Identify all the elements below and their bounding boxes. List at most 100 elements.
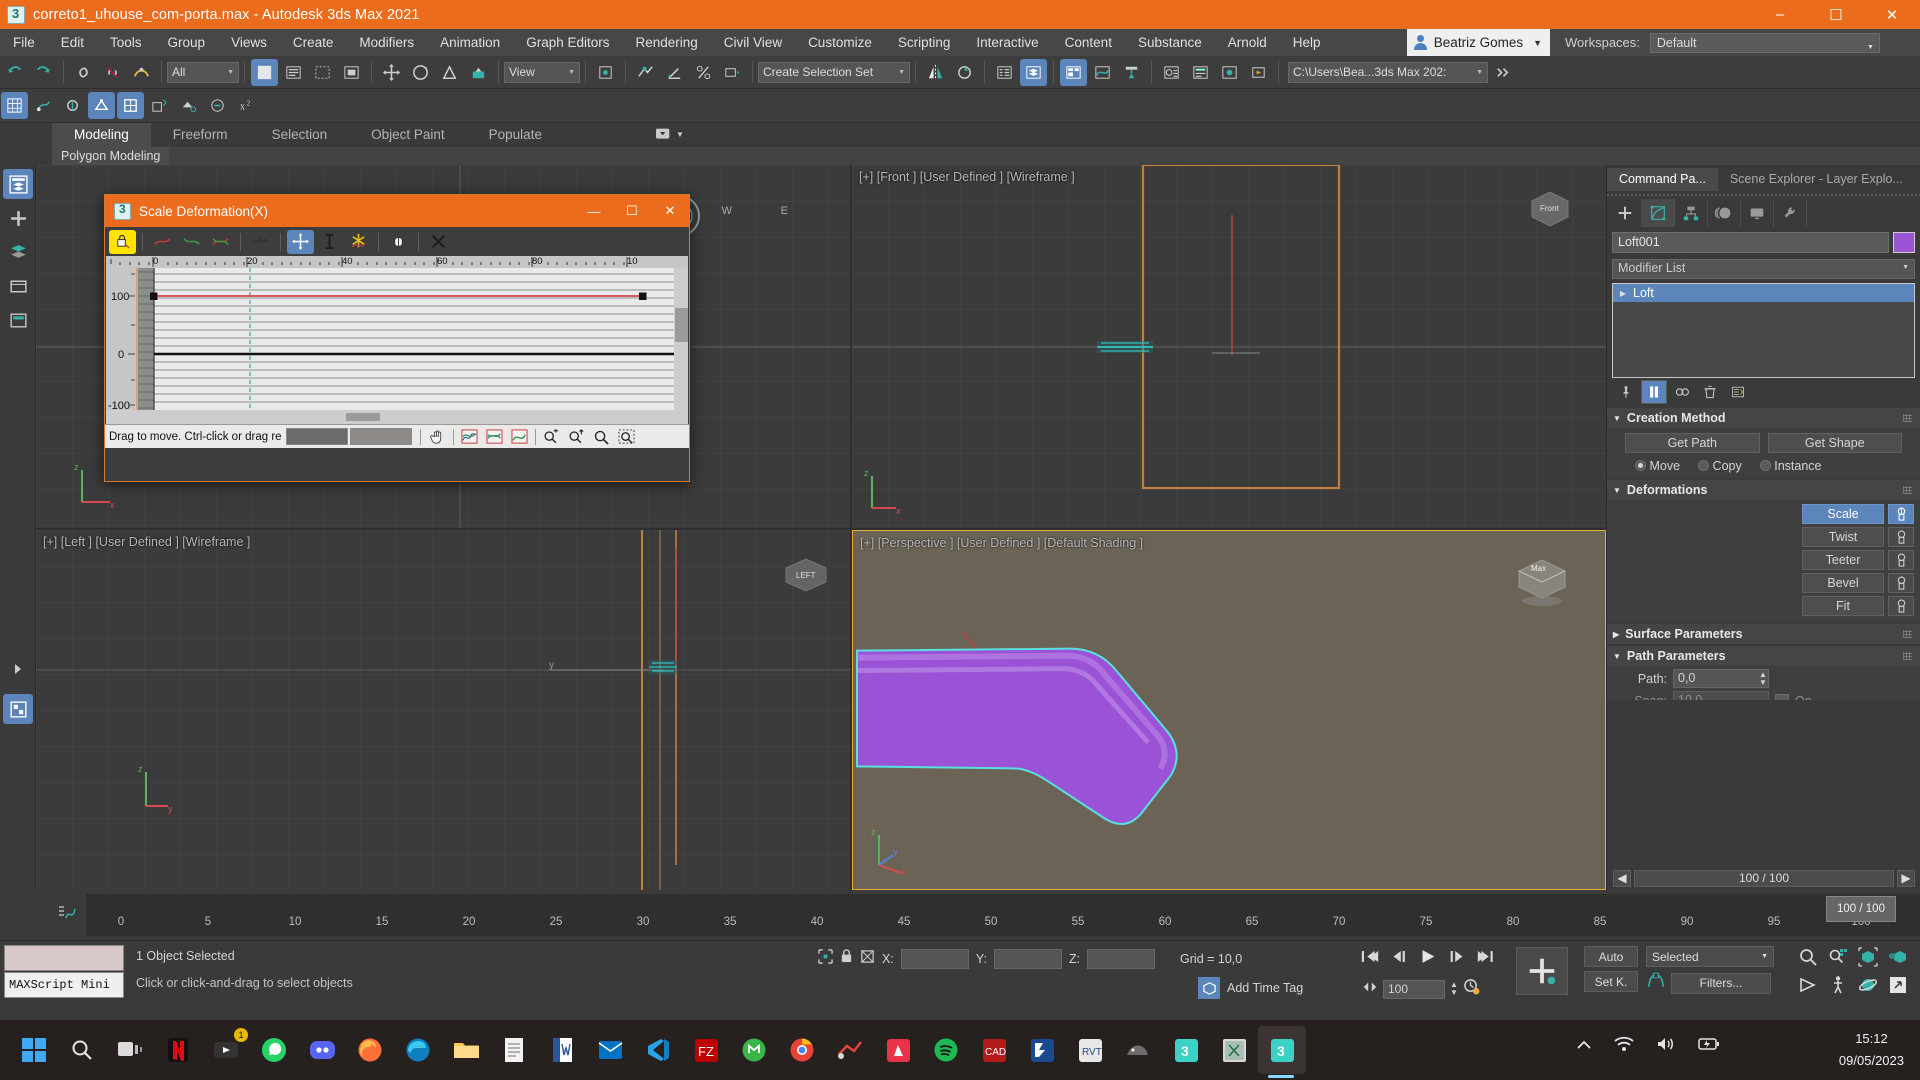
- radio-instance[interactable]: Instance: [1759, 459, 1821, 473]
- user-account-button[interactable]: Beatriz Gomes ▼: [1406, 29, 1550, 56]
- snaps-toggle-icon[interactable]: [632, 59, 659, 86]
- select-and-scale-icon[interactable]: [436, 59, 463, 86]
- y-coord-field[interactable]: [993, 948, 1062, 969]
- make-symmetrical-icon[interactable]: [109, 229, 136, 254]
- zoom-region-icon[interactable]: [616, 427, 637, 446]
- menu-interactive[interactable]: Interactive: [963, 29, 1051, 56]
- edge-icon[interactable]: [394, 1026, 442, 1074]
- selection-lock-region-icon[interactable]: [818, 948, 833, 969]
- search-icon[interactable]: [58, 1026, 106, 1074]
- zoom-vertical-extents-icon[interactable]: [509, 427, 530, 446]
- timeline-track[interactable]: 0 5 10 15 20 25 30 35 40 45 50 55 60 65 …: [86, 894, 1920, 936]
- use-pivot-point-center-icon[interactable]: [592, 59, 619, 86]
- discord-icon[interactable]: [298, 1026, 346, 1074]
- close-button[interactable]: ✕: [1864, 0, 1920, 29]
- outlook-icon[interactable]: [586, 1026, 634, 1074]
- sketchup-icon[interactable]: [826, 1026, 874, 1074]
- zoom-horizontal-icon[interactable]: [541, 427, 562, 446]
- manage-links-icon[interactable]: [204, 92, 231, 119]
- expand-panel-icon[interactable]: [3, 654, 33, 684]
- select-and-move-icon[interactable]: [378, 59, 405, 86]
- go-to-start-icon[interactable]: [1360, 948, 1380, 970]
- rollout-header-deformations[interactable]: ▼ Deformations: [1607, 480, 1920, 500]
- selection-filter-select[interactable]: All: [167, 61, 239, 83]
- menu-create[interactable]: Create: [280, 29, 347, 56]
- menu-graph-editors[interactable]: Graph Editors: [513, 29, 622, 56]
- battery-icon[interactable]: [1698, 1037, 1720, 1056]
- schematic-view-icon[interactable]: [1118, 59, 1145, 86]
- dialog-value-field-2[interactable]: [349, 428, 412, 445]
- edit-poly-icon[interactable]: [88, 92, 115, 119]
- menu-customize[interactable]: Customize: [795, 29, 885, 56]
- menu-tools[interactable]: Tools: [97, 29, 155, 56]
- containers-icon[interactable]: [3, 271, 33, 301]
- display-x-axis-icon[interactable]: [149, 230, 176, 254]
- render-setup-icon[interactable]: [1187, 59, 1214, 86]
- rollout-header-path-parameters[interactable]: ▼ Path Parameters: [1607, 646, 1920, 666]
- netflix-icon[interactable]: [154, 1026, 202, 1074]
- menu-arnold[interactable]: Arnold: [1215, 29, 1280, 56]
- menu-file[interactable]: File: [0, 29, 48, 56]
- filters-button[interactable]: Filters...: [1671, 972, 1771, 994]
- display-xy-axes-icon[interactable]: [207, 230, 234, 254]
- configure-modifier-sets-icon[interactable]: [1725, 380, 1751, 404]
- select-and-rotate-icon[interactable]: [407, 59, 434, 86]
- menu-scripting[interactable]: Scripting: [885, 29, 964, 56]
- windows-start-icon[interactable]: [10, 1026, 58, 1074]
- render-layer-icon[interactable]: [3, 305, 33, 335]
- workspace-select[interactable]: Default: [1649, 32, 1880, 57]
- constraint-icon[interactable]: [59, 92, 86, 119]
- firefox-icon[interactable]: [346, 1026, 394, 1074]
- frame-spinner-icon[interactable]: ▲ ▼: [1450, 981, 1458, 997]
- menu-animation[interactable]: Animation: [427, 29, 513, 56]
- delete-control-point-icon[interactable]: [385, 230, 412, 254]
- rollout-header-surface-parameters[interactable]: ▶ Surface Parameters: [1607, 624, 1920, 644]
- dialog-minimize-button[interactable]: —: [575, 195, 613, 227]
- toolbar-overflow-icon[interactable]: [1489, 59, 1516, 86]
- previous-frame-icon[interactable]: [1389, 948, 1409, 970]
- dialog-curve-graph[interactable]: 100 0 -100: [106, 268, 688, 410]
- 3dsmax-active-icon[interactable]: 3: [1258, 1026, 1306, 1078]
- hide-unhide-icon[interactable]: [146, 92, 173, 119]
- scroll-prev-button[interactable]: ◀: [1613, 869, 1631, 887]
- redo-icon[interactable]: [30, 59, 57, 86]
- viewport-left[interactable]: y [+] [Left ] [User Defined ] [Wireframe…: [36, 530, 850, 890]
- netflix2-icon[interactable]: 1: [202, 1026, 250, 1074]
- show-hidden-icons-icon[interactable]: [1576, 1038, 1592, 1056]
- scene-explorer-panel-icon[interactable]: [3, 169, 33, 199]
- maxscript-mini-listener[interactable]: MAXScript Mini: [4, 972, 124, 998]
- explorer-icon[interactable]: [442, 1026, 490, 1074]
- reference-coordinate-system-select[interactable]: View: [504, 61, 580, 83]
- scale-control-point-icon[interactable]: [316, 230, 343, 254]
- modifier-list-select[interactable]: Modifier List: [1612, 259, 1915, 279]
- toggle-ribbon-icon[interactable]: [1060, 58, 1087, 86]
- swap-deform-curves-icon[interactable]: [247, 230, 274, 254]
- dialog-horizontal-scrollbar[interactable]: [106, 410, 688, 424]
- viewport-perspective[interactable]: y x [+] [Perspective ] [User Defined ] […: [852, 530, 1606, 890]
- rectangular-selection-region-icon[interactable]: [309, 59, 336, 86]
- teeter-deformation-button[interactable]: Teeter: [1802, 550, 1884, 570]
- ribbon-tab-object-paint[interactable]: Object Paint: [349, 123, 467, 147]
- menu-edit[interactable]: Edit: [48, 29, 97, 56]
- zoom-extents-selected-icon[interactable]: [1888, 947, 1908, 972]
- maximize-button[interactable]: ☐: [1808, 0, 1864, 29]
- render-production-icon[interactable]: [1245, 59, 1272, 86]
- snap-value-field[interactable]: 10,0: [1673, 691, 1769, 700]
- select-similar-icon[interactable]: [175, 92, 202, 119]
- menu-help[interactable]: Help: [1280, 29, 1334, 56]
- go-to-end-icon[interactable]: [1476, 948, 1496, 970]
- dialog-close-button[interactable]: ✕: [651, 195, 689, 227]
- rendered-frame-window-icon[interactable]: [1216, 59, 1243, 86]
- insert-corner-point-icon[interactable]: [345, 230, 372, 254]
- hierarchy-panel-icon[interactable]: [1675, 199, 1708, 227]
- scroll-next-button[interactable]: ▶: [1897, 869, 1915, 887]
- path-spinner-icon[interactable]: ▲ ▼: [1759, 670, 1767, 687]
- wifi-icon[interactable]: [1614, 1036, 1634, 1057]
- rhino-icon[interactable]: [1114, 1026, 1162, 1074]
- modifier-stack[interactable]: ▶ Loft: [1612, 283, 1915, 378]
- set-keys-button[interactable]: [1516, 947, 1568, 995]
- task-view-icon[interactable]: [106, 1026, 154, 1074]
- filezilla-icon[interactable]: FZ: [682, 1026, 730, 1074]
- revit2-icon[interactable]: RVT: [1066, 1026, 1114, 1074]
- volume-icon[interactable]: [1656, 1036, 1676, 1057]
